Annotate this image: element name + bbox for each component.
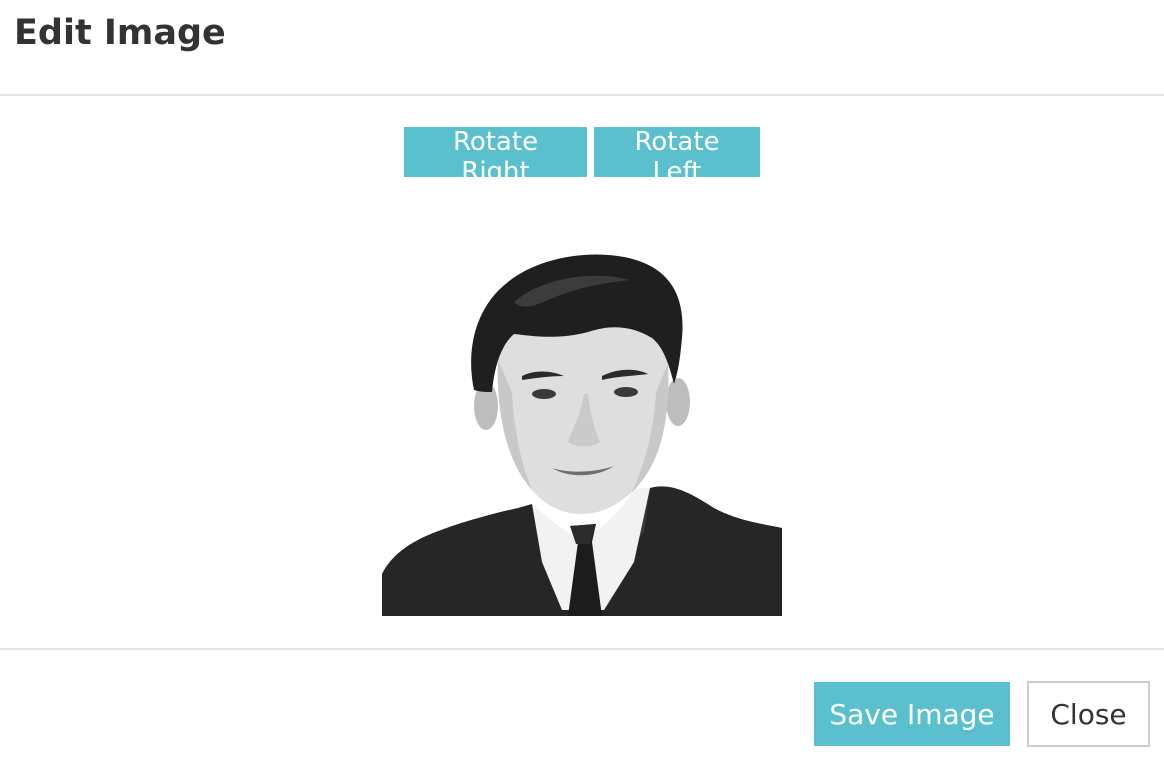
dialog-title: Edit Image [14,13,226,53]
portrait-illustration [382,242,782,616]
edit-image-dialog: Edit Image Rotate Right Rotate Left Save… [0,0,1164,766]
save-image-button[interactable]: Save Image [814,682,1010,746]
dialog-footer: Save Image Close [0,650,1164,766]
dialog-header: Edit Image [0,0,1164,96]
profile-photo [382,242,782,616]
rotate-left-button[interactable]: Rotate Left [594,127,760,187]
close-button[interactable]: Close [1027,681,1150,747]
rotate-right-button[interactable]: Rotate Right [404,127,587,187]
dialog-body: Rotate Right Rotate Left [0,96,1164,648]
rotate-toolbar: Rotate Right Rotate Left [0,127,1164,187]
